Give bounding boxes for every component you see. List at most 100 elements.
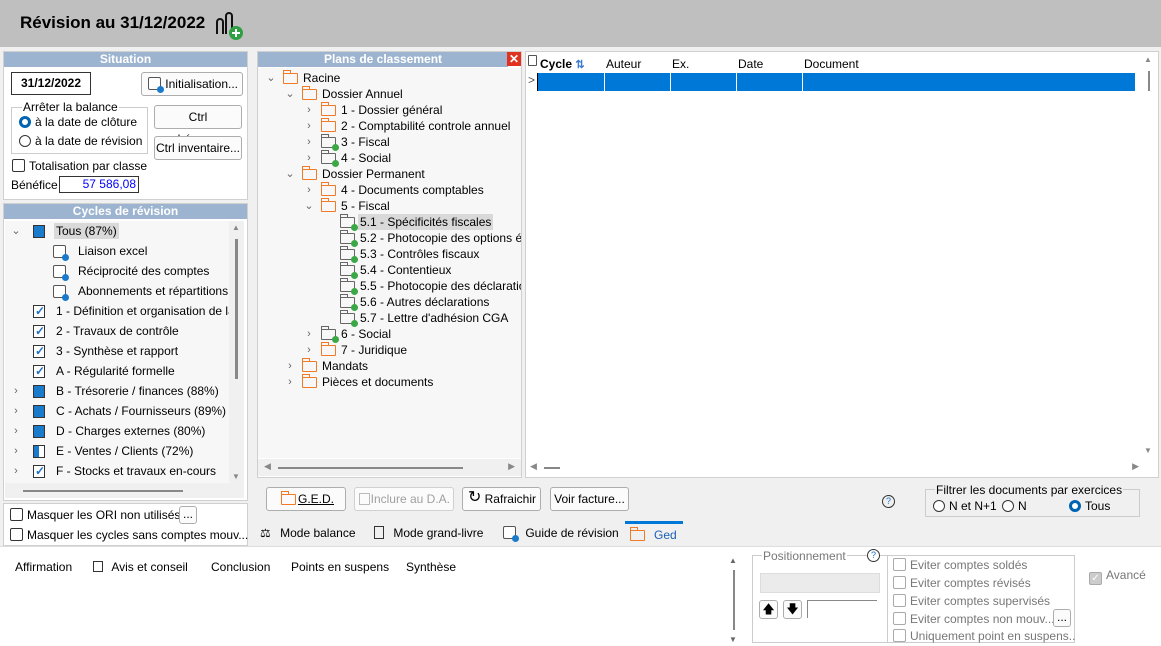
positionnement-search-field[interactable] xyxy=(760,573,880,593)
arrow-down-button[interactable]: 🡇 xyxy=(783,600,802,619)
cycle-item[interactable]: › F - Stocks et travaux en-cours xyxy=(5,463,229,479)
voir-facture-button[interactable]: Voir facture... xyxy=(550,487,629,511)
column-date[interactable]: Date xyxy=(738,57,763,71)
chevron-down-icon[interactable]: ⌄ xyxy=(266,70,276,86)
plan-item[interactable]: 5.6 - Autres déclarations xyxy=(258,294,521,311)
plan-item[interactable]: 5.1 - Spécificités fiscales xyxy=(258,214,521,231)
plan-item[interactable]: 5.7 - Lettre d'adhésion CGA xyxy=(258,310,521,327)
ctrl-coherence-button[interactable]: Ctrl cohérence... xyxy=(154,105,242,146)
table-row[interactable] xyxy=(537,73,1135,91)
chevron-down-icon[interactable]: ⌄ xyxy=(304,198,314,214)
plan-item[interactable]: 5.3 - Contrôles fiscaux xyxy=(258,246,521,263)
filter-radio-n[interactable]: N xyxy=(1002,499,1027,513)
grid-vscrollbar[interactable]: ▲ ▼ xyxy=(1141,53,1157,457)
arrow-up-button[interactable]: 🡅 xyxy=(759,600,778,619)
filter-radio-n-n1[interactable]: N et N+1 xyxy=(933,499,997,513)
chevron-right-icon[interactable]: › xyxy=(11,383,21,399)
radio-date-cloture[interactable]: à la date de clôture xyxy=(19,115,137,129)
inclure-da-button[interactable]: Inclure au D.A. xyxy=(354,487,454,511)
bottom-vscrollbar[interactable]: ▲ ▼ xyxy=(727,556,741,644)
chevron-right-icon[interactable]: › xyxy=(11,423,21,439)
initialisation-button[interactable]: Initialisation... xyxy=(141,72,243,96)
cycle-item[interactable]: A - Régularité formelle xyxy=(5,363,229,379)
subtab-affirmation[interactable]: Affirmation xyxy=(15,560,72,574)
chevron-right-icon[interactable]: › xyxy=(304,134,314,150)
plan-item[interactable]: ⌄ Racine xyxy=(258,70,521,86)
tab-mode-balance[interactable]: ⚖ Mode balance xyxy=(260,521,356,545)
plan-item[interactable]: › 7 - Juridique xyxy=(258,342,521,358)
rafraichir-button[interactable]: ↻ Rafraichir xyxy=(462,487,541,511)
uniquement-suspens-checkbox[interactable]: Uniquement point en suspens.. xyxy=(893,629,1075,643)
chevron-right-icon[interactable]: › xyxy=(304,118,314,134)
plan-item[interactable]: › Mandats xyxy=(258,358,521,374)
chevron-right-icon[interactable]: › xyxy=(304,182,314,198)
chevron-right-icon[interactable]: › xyxy=(304,102,314,118)
cycle-item[interactable]: ⌄ Tous (87%) xyxy=(5,223,229,239)
subtab-points-suspens[interactable]: Points en suspens xyxy=(291,560,389,574)
eviter-non-mouv-checkbox[interactable]: Eviter comptes non mouv... xyxy=(893,612,1055,626)
cycle-item[interactable]: 1 - Définition et organisation de la xyxy=(5,303,229,319)
chevron-down-icon[interactable]: ⌄ xyxy=(11,223,21,239)
chevron-right-icon[interactable]: › xyxy=(304,326,314,342)
chevron-right-icon[interactable]: › xyxy=(11,443,21,459)
chevron-right-icon[interactable]: › xyxy=(285,374,295,390)
cycle-item[interactable]: › B - Trésorerie / finances (88%) xyxy=(5,383,229,399)
eviter-revises-checkbox[interactable]: Eviter comptes révisés xyxy=(893,576,1031,590)
column-cycle[interactable]: Cycle ⇅ xyxy=(540,57,585,71)
tab-ged[interactable]: Ged xyxy=(625,521,683,545)
plan-item[interactable]: › 4 - Social xyxy=(258,150,521,167)
masquer-ori-checkbox[interactable]: Masquer les ORI non utilisés xyxy=(10,508,180,522)
cycle-item[interactable]: 2 - Travaux de contrôle xyxy=(5,323,229,339)
plan-item[interactable]: › 2 - Comptabilité controle annuel xyxy=(258,118,521,134)
plan-item[interactable]: 5.4 - Contentieux xyxy=(258,262,521,279)
eviter-soldes-checkbox[interactable]: Eviter comptes soldés xyxy=(893,558,1027,572)
cycles-hscrollbar[interactable] xyxy=(5,483,244,498)
subtab-synthese[interactable]: Synthèse xyxy=(406,560,456,574)
cycle-item[interactable]: Réciprocité des comptes xyxy=(5,263,229,281)
plan-item[interactable]: ⌄ Dossier Annuel xyxy=(258,86,521,102)
chevron-right-icon[interactable]: › xyxy=(304,342,314,358)
cycle-item[interactable]: 3 - Synthèse et rapport xyxy=(5,343,229,359)
ged-button[interactable]: G.E.D. xyxy=(266,487,346,511)
help-icon[interactable]: ? xyxy=(882,495,895,508)
avance-checkbox[interactable]: ✓ Avancé xyxy=(1089,568,1146,585)
revision-add-icon[interactable] xyxy=(214,12,244,40)
plan-item[interactable]: › 4 - Documents comptables xyxy=(258,182,521,198)
grid-hscrollbar[interactable]: ◀ ▶ xyxy=(526,459,1141,476)
chevron-right-icon[interactable]: › xyxy=(285,358,295,374)
masquer-ori-more-button[interactable]: ... xyxy=(179,506,197,524)
subtab-conclusion[interactable]: Conclusion xyxy=(211,560,270,574)
plans-hscrollbar[interactable]: ◀ ▶ xyxy=(258,459,521,476)
plan-item[interactable]: › 1 - Dossier général xyxy=(258,102,521,118)
plan-item[interactable]: › Pièces et documents xyxy=(258,374,521,390)
subtab-avis-conseil[interactable]: Avis et conseil xyxy=(93,560,188,574)
help-icon[interactable]: ? xyxy=(867,549,880,562)
column-auteur[interactable]: Auteur xyxy=(606,57,641,71)
tab-guide-revision[interactable]: Guide de révision xyxy=(503,521,619,545)
plan-item[interactable]: › 6 - Social xyxy=(258,326,521,343)
close-icon[interactable]: ✕ xyxy=(507,52,521,66)
plan-item[interactable]: ⌄ Dossier Permanent xyxy=(258,166,521,182)
position-field[interactable] xyxy=(807,600,877,618)
chevron-down-icon[interactable]: ⌄ xyxy=(285,166,295,182)
plan-item[interactable]: 5.2 - Photocopie des options é xyxy=(258,230,521,247)
ctrl-inventaire-button[interactable]: Ctrl inventaire... xyxy=(154,136,242,160)
cycle-item[interactable]: › E - Ventes / Clients (72%) xyxy=(5,443,229,459)
chevron-right-icon[interactable]: › xyxy=(304,150,314,166)
date-field[interactable]: 31/12/2022 xyxy=(11,72,91,95)
plan-item[interactable]: › 3 - Fiscal xyxy=(258,134,521,151)
cycle-item[interactable]: › C - Achats / Fournisseurs (89%) xyxy=(5,403,229,419)
filter-radio-tous[interactable]: Tous xyxy=(1069,499,1110,513)
cycle-item[interactable]: Liaison excel xyxy=(5,243,229,261)
column-ex[interactable]: Ex. xyxy=(672,57,689,71)
cycle-item[interactable]: Abonnements et répartitions xyxy=(5,283,229,301)
chevron-down-icon[interactable]: ⌄ xyxy=(285,86,295,102)
column-document[interactable]: Document xyxy=(804,57,859,71)
masquer-cycles-checkbox[interactable]: Masquer les cycles sans comptes mouv... xyxy=(10,528,248,542)
eviter-non-mouv-more-button[interactable]: ... xyxy=(1053,609,1071,627)
cycle-item[interactable]: › D - Charges externes (80%) xyxy=(5,423,229,439)
cycles-vscrollbar[interactable]: ▲ ▼ xyxy=(229,221,244,483)
radio-date-revision[interactable]: à la date de révision xyxy=(19,134,142,148)
tab-mode-grand-livre[interactable]: Mode grand-livre xyxy=(374,521,483,545)
totalisation-checkbox[interactable]: Totalisation par classe xyxy=(12,159,147,173)
